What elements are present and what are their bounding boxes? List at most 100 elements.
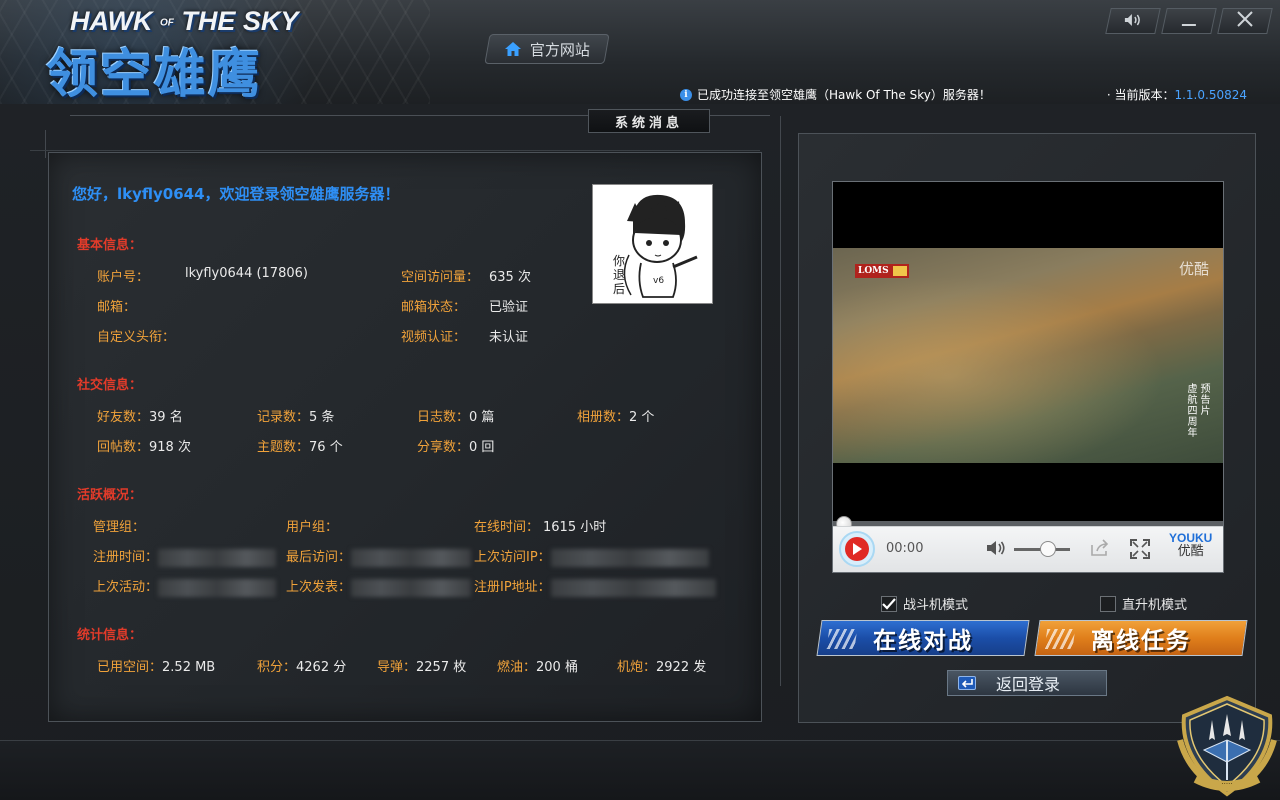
close-button[interactable] <box>1217 8 1273 34</box>
records-value: 5 条 <box>309 410 335 425</box>
video-player[interactable]: LOMS 优酷 虚航四周年 预告片 00:00 YOUKU 优酷 <box>832 181 1224 573</box>
caption-col1: 虚航四周年 <box>1187 384 1198 439</box>
last-ip-row: 上次访问IP： <box>474 546 709 567</box>
points-row: 积分：4262 分 <box>257 656 346 675</box>
last-visit-row: 最后访问： <box>286 546 472 567</box>
video-frame[interactable]: LOMS 优酷 虚航四周年 预告片 <box>833 248 1223 463</box>
svg-text:退: 退 <box>613 268 625 282</box>
email-label: 邮箱： <box>97 300 137 315</box>
section-activity-title: 活跃概况： <box>77 488 143 503</box>
replies-row: 回帖数：918 次 <box>97 436 191 455</box>
video-caption: 虚航四周年 预告片 <box>1187 384 1211 439</box>
tab-system-messages[interactable]: 系统消息 <box>588 109 710 133</box>
missiles-label: 导弹： <box>377 660 417 675</box>
redacted-value <box>550 548 709 567</box>
speaker-icon <box>1124 12 1142 31</box>
shares-value: 0 回 <box>469 440 495 455</box>
fighter-mode-checkbox[interactable] <box>881 595 897 612</box>
back-to-login-button[interactable]: 返回登录 <box>947 670 1107 696</box>
admin-group-label: 管理组： <box>93 520 146 535</box>
loms-badge: LOMS <box>855 264 909 278</box>
friends-value: 39 名 <box>149 410 183 425</box>
account-row: 账户号： <box>97 266 149 285</box>
space-value: 2.52 MB <box>162 660 216 675</box>
youku-watermark: 优酷 <box>1178 260 1209 278</box>
version-value: 1.1.0.50824 <box>1174 88 1247 102</box>
records-label: 记录数： <box>257 410 310 425</box>
minimize-button[interactable] <box>1161 8 1217 34</box>
email-status-value: 已验证 <box>489 296 528 315</box>
house-icon <box>504 41 522 57</box>
heli-mode-option[interactable]: 直升机模式 <box>1100 594 1187 613</box>
svg-text:后: 后 <box>613 282 625 296</box>
version-info: · 当前版本：1.1.0.50824 <box>1107 86 1247 103</box>
section-basic-title: 基本信息： <box>77 238 143 253</box>
stripes-decoration <box>826 629 858 649</box>
visits-label: 空间访问量： <box>401 270 480 285</box>
space-row: 已用空间：2.52 MB <box>97 656 215 675</box>
volume-handle[interactable] <box>1039 541 1056 557</box>
fighter-mode-label: 战斗机模式 <box>903 598 969 613</box>
last-post-row: 上次发表： <box>286 576 472 597</box>
friends-label: 好友数： <box>97 410 150 425</box>
logs-row: 日志数：0 篇 <box>417 406 494 425</box>
player-controls: 00:00 YOUKU 优酷 <box>833 526 1223 572</box>
shares-row: 分享数：0 回 <box>417 436 494 455</box>
connection-status: i 已成功连接至领空雄鹰（Hawk Of The Sky）服务器！ <box>680 86 991 103</box>
official-site-button[interactable]: 官方网站 <box>484 34 610 64</box>
section-social-title: 社交信息： <box>77 378 143 393</box>
friends-row: 好友数：39 名 <box>97 406 183 425</box>
email-status-label: 邮箱状态： <box>401 300 467 315</box>
online-battle-button[interactable]: 在线对战 <box>816 620 1030 656</box>
custom-title-label: 自定义头衔： <box>97 330 176 345</box>
offline-mission-button[interactable]: 离线任务 <box>1034 620 1248 656</box>
heli-mode-label: 直升机模式 <box>1122 598 1188 613</box>
topics-label: 主题数： <box>257 440 310 455</box>
fuel-row: 燃油：200 桶 <box>497 656 578 675</box>
svg-text:·····: ····· <box>1221 780 1232 788</box>
cannon-label: 机炮： <box>617 660 657 675</box>
missiles-value: 2257 枚 <box>416 660 467 675</box>
email-status-value-text: 已验证 <box>489 300 529 315</box>
loms-badge-text: LOMS <box>858 266 889 276</box>
offline-mission-label: 离线任务 <box>1091 628 1191 654</box>
section-stats-title: 统计信息： <box>77 628 143 643</box>
points-label: 积分： <box>257 660 297 675</box>
youku-cn: 优酷 <box>1177 544 1204 559</box>
last-active-row: 上次活动： <box>93 576 277 597</box>
sound-button[interactable] <box>1105 8 1161 34</box>
play-button[interactable] <box>839 531 875 567</box>
divider <box>45 130 46 158</box>
volume-icon[interactable] <box>986 539 1006 561</box>
replies-value: 918 次 <box>149 440 191 455</box>
replies-label: 回帖数： <box>97 440 150 455</box>
online-time-value: 1615 小时 <box>543 520 607 535</box>
back-to-login-label: 返回登录 <box>996 675 1061 694</box>
redacted-value <box>351 548 472 567</box>
heli-mode-checkbox[interactable] <box>1100 595 1116 612</box>
reg-time-row: 注册时间： <box>93 546 277 567</box>
online-battle-label: 在线对战 <box>873 628 973 654</box>
reg-ip-label: 注册IP地址： <box>474 580 551 595</box>
email-row: 邮箱： <box>97 296 136 315</box>
visits-value-text: 635 次 <box>489 270 531 285</box>
profile-panel: 您好，lkyfly0644，欢迎登录领空雄鹰服务器！ v6 你 退 后 基本信息… <box>48 152 762 722</box>
share-icon[interactable] <box>1090 539 1110 561</box>
youku-en: YOUKU <box>1169 531 1213 545</box>
topics-row: 主题数：76 个 <box>257 436 343 455</box>
app-window: HAWK OF THE SKY 领空雄鹰 官方网站 i 已成功连接至领空雄鹰（H… <box>0 0 1280 800</box>
avatar[interactable]: v6 你 退 后 <box>592 184 713 304</box>
last-post-label: 上次发表： <box>286 580 352 595</box>
fighter-mode-option[interactable]: 战斗机模式 <box>881 594 968 613</box>
reg-ip-row: 注册IP地址： <box>474 576 716 597</box>
video-auth-row: 视频认证： <box>401 326 466 345</box>
fuel-value: 200 桶 <box>536 660 578 675</box>
logo-en-of: OF <box>160 17 174 29</box>
fullscreen-icon[interactable] <box>1130 539 1150 563</box>
account-label: 账户号： <box>97 270 150 285</box>
version-label: · 当前版本： <box>1106 88 1175 102</box>
stripes-decoration <box>1044 629 1076 649</box>
welcome-message: 您好，lkyfly0644，欢迎登录领空雄鹰服务器！ <box>72 185 400 203</box>
user-group-row: 用户组： <box>286 516 338 535</box>
online-time-row: 在线时间： 1615 小时 <box>474 516 606 535</box>
